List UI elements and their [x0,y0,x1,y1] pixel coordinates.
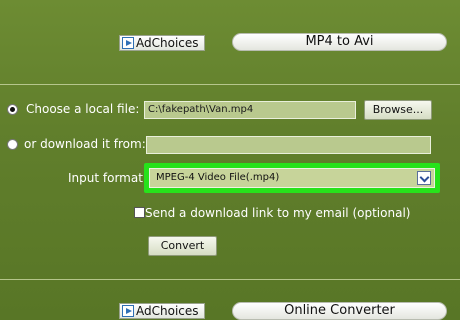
top-title-label: MP4 to Avi [305,34,374,49]
bottom-title-label: Online Converter [284,303,395,318]
bottom-title-pill[interactable]: Online Converter [232,302,447,320]
download-url-label: or download it from: [24,137,146,151]
input-format-select[interactable]: MPEG-4 Video File(.mp4) [149,168,435,188]
adchoices-icon [122,305,134,317]
top-adchoices-label: AdChoices [136,36,199,50]
convert-label: Convert [160,239,205,252]
local-file-path-field[interactable]: C:\fakepath\Van.mp4 [144,101,356,119]
top-adchoices-link[interactable]: AdChoices [119,35,205,51]
browse-label: Browse... [372,103,424,116]
download-url-radio[interactable] [7,139,18,150]
adchoices-icon [122,37,134,49]
download-url-field[interactable] [146,136,431,154]
bottom-adchoices-link[interactable]: AdChoices [119,303,205,319]
local-file-label: Choose a local file: [26,102,140,116]
bottom-adchoices-label: AdChoices [136,304,199,318]
convert-button[interactable]: Convert [148,236,217,256]
input-format-label: Input format: [68,171,147,185]
local-file-radio[interactable] [7,104,18,115]
input-format-value: MPEG-4 Video File(.mp4) [156,172,280,183]
email-label: Send a download link to my email (option… [145,206,411,220]
browse-button[interactable]: Browse... [364,100,432,120]
email-checkbox[interactable] [134,207,145,218]
top-divider [0,84,460,85]
top-title-pill[interactable]: MP4 to Avi [232,33,447,51]
input-format-highlight: MPEG-4 Video File(.mp4) [144,163,440,193]
bottom-divider [0,279,460,280]
chevron-down-icon[interactable] [417,171,431,185]
